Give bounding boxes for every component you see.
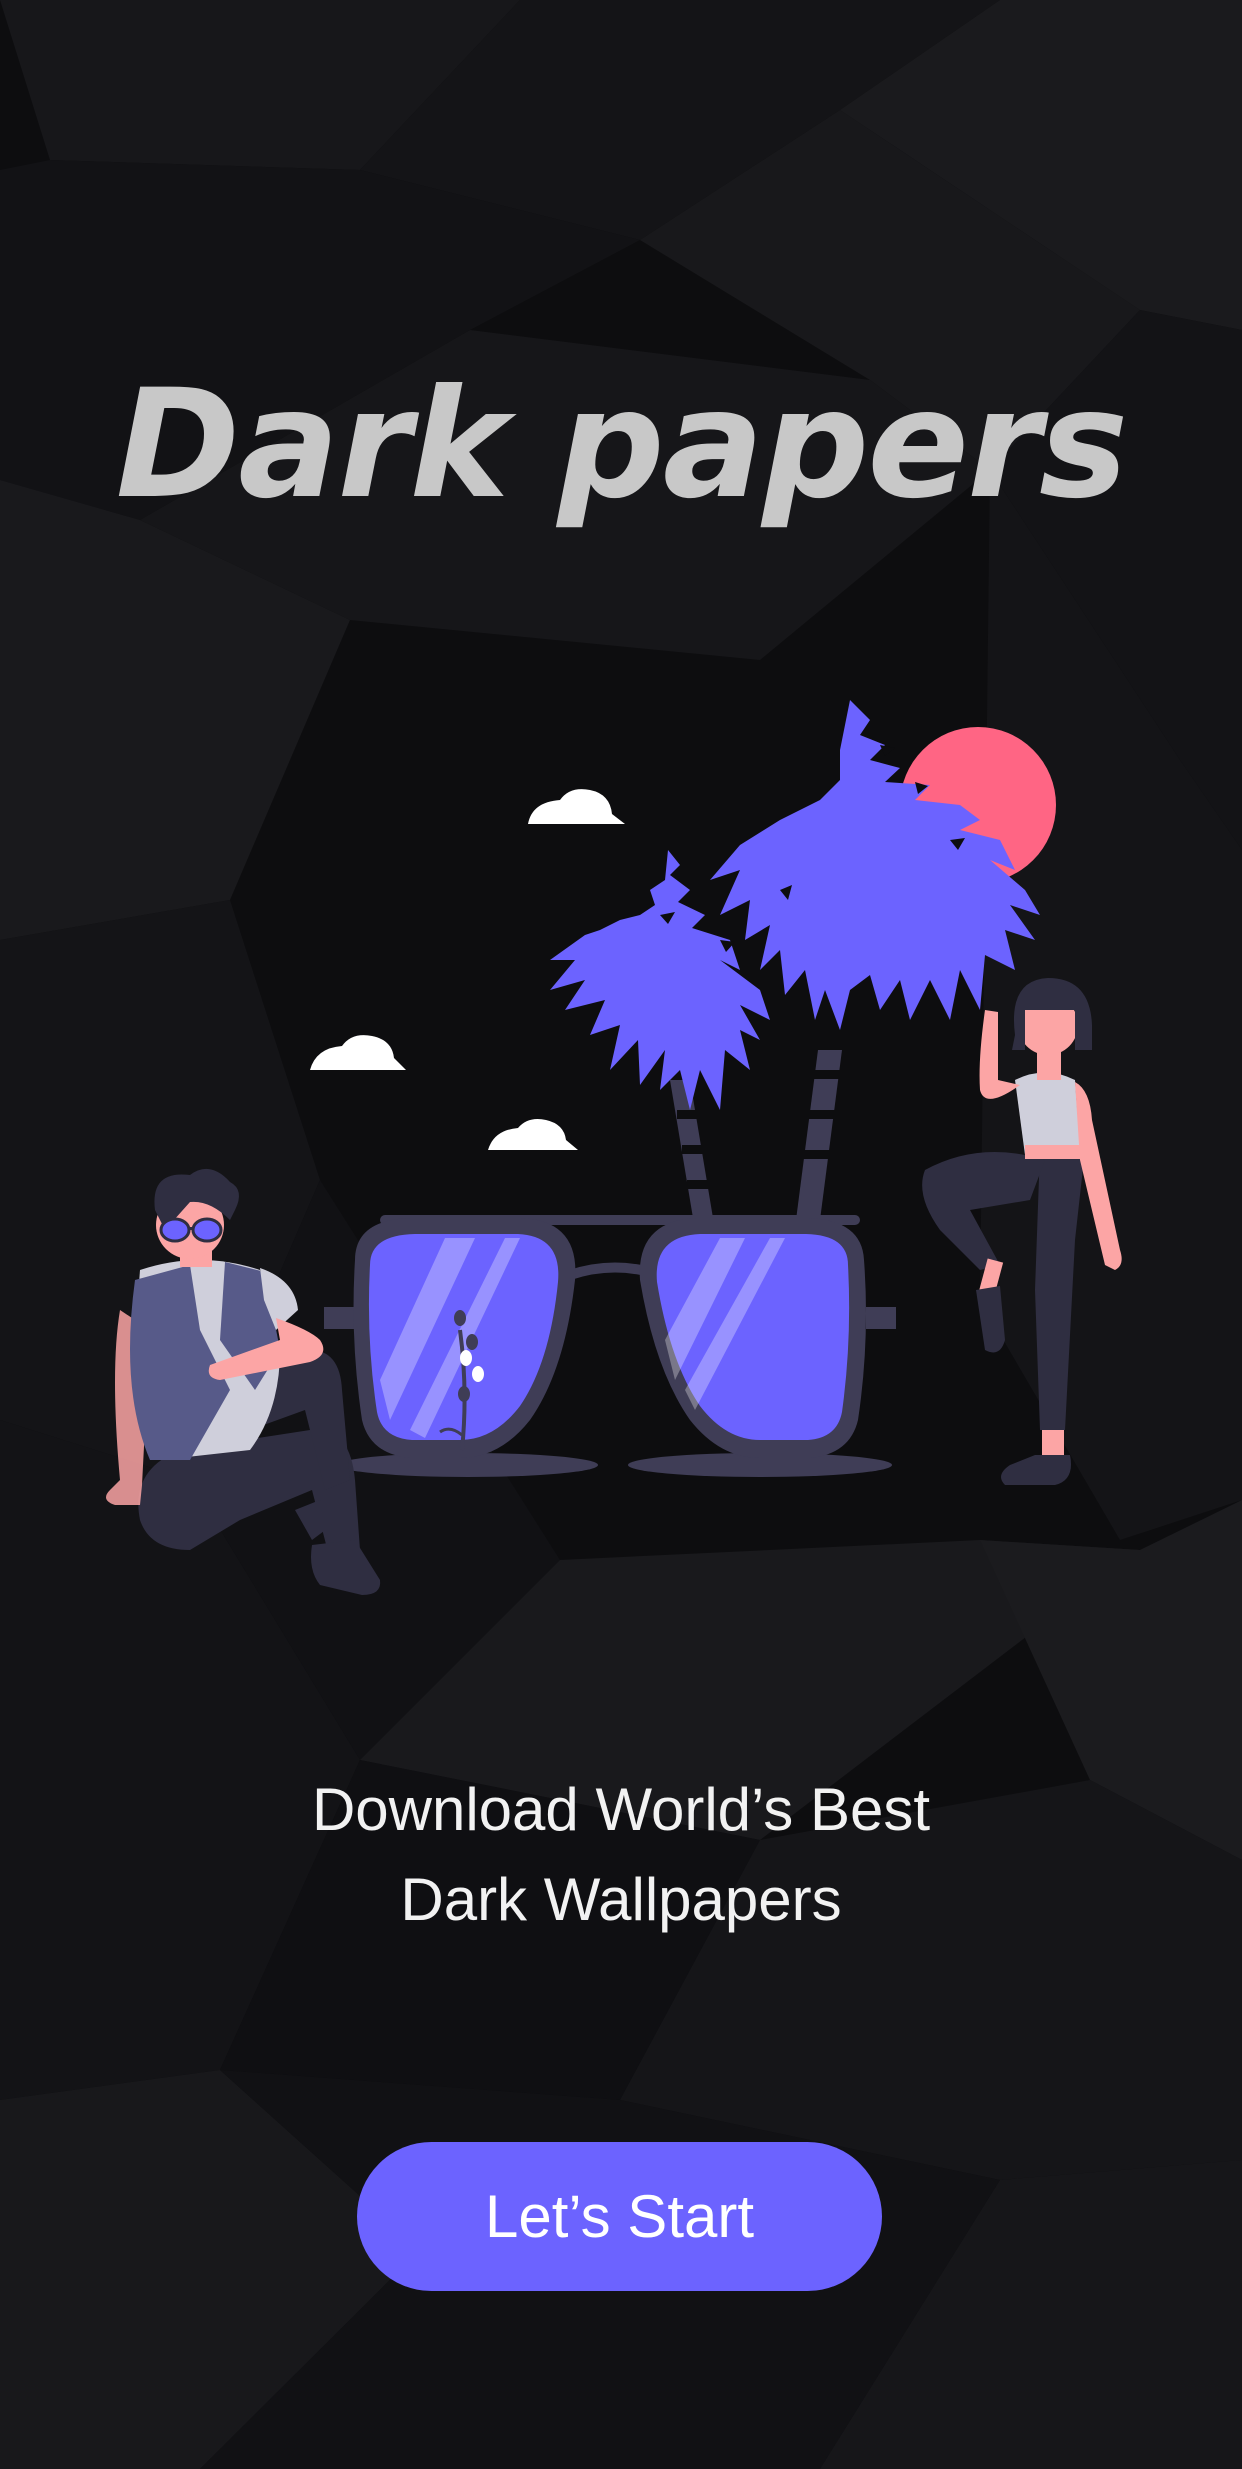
man-sitting-icon: [106, 1168, 381, 1595]
tagline-line-2: Dark Wallpapers: [400, 1866, 842, 1933]
tagline: Download World’s Best Dark Wallpapers: [0, 1765, 1242, 1945]
lets-start-button[interactable]: Let’s Start: [357, 2142, 882, 2291]
sunglasses-palm-trees-illustration: [106, 700, 1122, 1595]
app-title: Dark papers: [115, 358, 1129, 532]
woman-standing-icon: [922, 978, 1122, 1485]
welcome-screen: Dark papers Download World’s Best Dark W…: [0, 0, 1242, 2469]
sunglasses-icon: [324, 1215, 896, 1477]
tagline-line-1: Download World’s Best: [311, 1776, 931, 1843]
